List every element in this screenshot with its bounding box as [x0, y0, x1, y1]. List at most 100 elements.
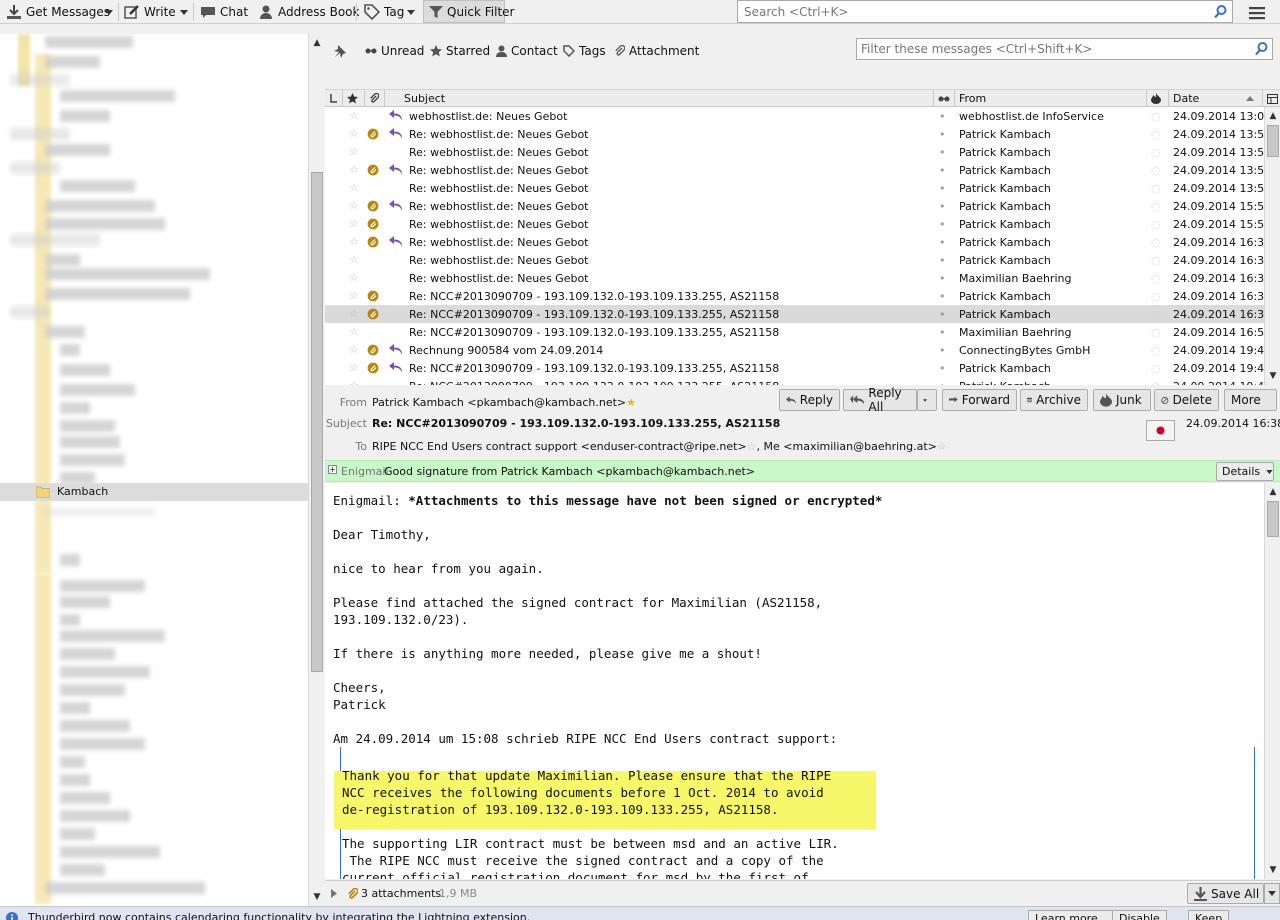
read-status-dot[interactable]: • — [939, 110, 946, 123]
star-icon[interactable]: ☆ — [349, 343, 359, 356]
junk-status-icon[interactable]: ◌ — [1151, 128, 1161, 141]
star-icon[interactable]: ☆ — [349, 181, 359, 194]
scroll-down-arrow-icon[interactable]: ▼ — [1266, 863, 1280, 877]
star-icon[interactable]: ☆ — [349, 217, 359, 230]
read-status-dot[interactable]: • — [939, 362, 946, 375]
thread-row[interactable]: ☆ Re: webhostlist.de: Neues Gebot • Patrick… — [325, 179, 1264, 197]
read-status-dot[interactable]: • — [939, 236, 946, 249]
star-icon[interactable]: ☆ — [349, 271, 359, 284]
read-status-dot[interactable]: • — [939, 146, 946, 159]
junk-status-icon[interactable]: ◌ — [1151, 326, 1161, 339]
thread-row[interactable]: ☆ Re: NCC#2013090709 - 193.109.132.0-193.… — [325, 323, 1264, 341]
folder-item-kambach[interactable]: Kambach — [0, 483, 308, 501]
thread-row[interactable]: ☆ Re: NCC#2013090709 - 193.109.132.0-193.… — [325, 305, 1264, 323]
star-icon[interactable]: ☆ — [349, 307, 359, 320]
scrollbar-thumb[interactable] — [1267, 501, 1279, 537]
junk-status-icon[interactable]: ◌ — [1151, 110, 1161, 123]
junk-status-icon[interactable]: ◌ — [1151, 344, 1161, 357]
column-picker[interactable] — [1263, 90, 1280, 107]
junk-status-icon[interactable]: ◌ — [1151, 254, 1161, 267]
learn-more-button[interactable]: Learn more... — [1028, 910, 1116, 920]
tag-dropdown[interactable] — [405, 3, 417, 21]
scroll-down-arrow-icon[interactable]: ▼ — [310, 890, 324, 904]
column-date[interactable]: Date — [1169, 90, 1263, 107]
thread-row[interactable]: ☆ Re: webhostlist.de: Neues Gebot • Patrick… — [325, 233, 1264, 251]
reply-all-button[interactable]: Reply All — [843, 386, 917, 414]
thread-row[interactable]: ☆ Re: NCC#2013090709 - 193.109.132.0-193.… — [325, 287, 1264, 305]
thread-row[interactable]: ☆ Re: NCC#2013090709 - 193.109.132.0-193.… — [325, 377, 1264, 385]
junk-status-icon[interactable]: ◌ — [1151, 308, 1161, 321]
junk-status-icon[interactable]: ◌ — [1151, 272, 1161, 285]
scroll-up-arrow-icon[interactable]: ▲ — [310, 36, 324, 50]
junk-status-icon[interactable]: ◌ — [1151, 290, 1161, 303]
read-status-dot[interactable]: • — [939, 272, 946, 285]
read-status-dot[interactable]: • — [939, 326, 946, 339]
column-attachment[interactable] — [365, 90, 385, 107]
folder-pane[interactable] — [0, 34, 308, 906]
filter-attachment-button[interactable]: Attachment — [614, 43, 699, 59]
read-status-dot[interactable]: • — [939, 344, 946, 357]
junk-status-icon[interactable]: ◌ — [1151, 218, 1161, 231]
column-subject[interactable]: Subject — [400, 90, 934, 107]
star-icon[interactable]: ☆ — [349, 235, 359, 248]
junk-status-icon[interactable]: ◌ — [1151, 380, 1161, 385]
star-icon[interactable]: ☆ — [349, 109, 359, 122]
column-junk[interactable] — [1147, 90, 1169, 107]
reply-all-dropdown[interactable] — [917, 389, 937, 411]
junk-status-icon[interactable]: ◌ — [1151, 236, 1161, 249]
thread-row[interactable]: ☆ Rechnung 900584 vom 24.09.2014 • Connecti… — [325, 341, 1264, 359]
to-value[interactable]: RIPE NCC End Users contract support <end… — [372, 440, 947, 453]
sticky-filter-pin[interactable] — [333, 43, 351, 59]
message-body-scrollbar[interactable]: ▲ ▼ — [1264, 483, 1280, 879]
scroll-up-arrow-icon[interactable]: ▲ — [1266, 109, 1280, 123]
archive-button[interactable]: Archive — [1020, 389, 1088, 411]
star-icon[interactable]: ☆ — [349, 361, 359, 374]
more-button[interactable]: More — [1224, 389, 1277, 411]
global-search-input[interactable]: Search <Ctrl+K> — [737, 0, 1233, 23]
read-status-dot[interactable]: • — [939, 308, 946, 321]
from-value[interactable]: Patrick Kambach <pkambach@kambach.net>★ — [372, 396, 636, 409]
tag-button[interactable]: Tag — [364, 2, 404, 22]
filter-contact-button[interactable]: Contact — [496, 43, 558, 59]
read-status-dot[interactable]: • — [939, 182, 946, 195]
expand-toggle[interactable]: + — [328, 465, 337, 474]
column-read-status[interactable] — [934, 90, 955, 107]
junk-status-icon[interactable]: ◌ — [1151, 146, 1161, 159]
star-icon[interactable]: ☆ — [349, 253, 359, 266]
attachment-count[interactable]: 3 attachments — [361, 887, 441, 900]
forward-button[interactable]: Forward — [942, 389, 1017, 411]
column-starred[interactable] — [343, 90, 365, 107]
thread-row[interactable]: ☆ Re: NCC#2013090709 - 193.109.132.0-193.… — [325, 359, 1264, 377]
star-icon[interactable]: ☆ — [349, 163, 359, 176]
thread-list-scrollbar[interactable]: ▲ ▼ — [1264, 107, 1280, 385]
keep-button[interactable]: Keep — [1188, 910, 1230, 920]
reply-button[interactable]: Reply — [779, 389, 840, 411]
scrollbar-thumb[interactable] — [1267, 125, 1279, 157]
junk-status-icon[interactable]: ◌ — [1151, 362, 1161, 375]
thread-list[interactable]: ☆ webhostlist.de: Neues Gebot • webhostlist… — [325, 107, 1264, 385]
thread-row[interactable]: ☆ Re: webhostlist.de: Neues Gebot • Patrick… — [325, 215, 1264, 233]
folder-pane-scrollbar[interactable]: ▲ ▼ — [308, 34, 324, 906]
read-status-dot[interactable]: • — [939, 218, 946, 231]
read-status-dot[interactable]: • — [939, 254, 946, 267]
star-icon[interactable]: ☆ — [349, 289, 359, 302]
thread-row[interactable]: ☆ Re: webhostlist.de: Neues Gebot • Maximil… — [325, 269, 1264, 287]
chat-button[interactable]: Chat — [200, 2, 248, 22]
quick-filter-button[interactable]: Quick Filter — [429, 2, 514, 22]
thread-row[interactable]: ☆ Re: webhostlist.de: Neues Gebot • Patrick… — [325, 125, 1264, 143]
thread-row[interactable]: ☆ webhostlist.de: Neues Gebot • webhostlist… — [325, 107, 1264, 125]
column-thread[interactable] — [325, 90, 343, 107]
filter-starred-button[interactable]: Starred — [430, 43, 490, 59]
star-icon[interactable]: ☆ — [349, 325, 359, 338]
thread-row[interactable]: ☆ Re: webhostlist.de: Neues Gebot • Patrick… — [325, 143, 1264, 161]
star-icon[interactable]: ☆ — [349, 379, 359, 385]
scroll-up-arrow-icon[interactable]: ▲ — [1266, 485, 1280, 499]
star-icon[interactable]: ★ — [626, 396, 636, 409]
junk-status-icon[interactable]: ◌ — [1151, 200, 1161, 213]
read-status-dot[interactable]: • — [939, 290, 946, 303]
save-all-button[interactable]: Save All — [1187, 883, 1264, 904]
junk-status-icon[interactable]: ◌ — [1151, 182, 1161, 195]
star-icon[interactable]: ☆ — [349, 199, 359, 212]
thread-row[interactable]: ☆ Re: webhostlist.de: Neues Gebot • Patrick… — [325, 197, 1264, 215]
thread-row[interactable]: ☆ Re: webhostlist.de: Neues Gebot • Patrick… — [325, 251, 1264, 269]
